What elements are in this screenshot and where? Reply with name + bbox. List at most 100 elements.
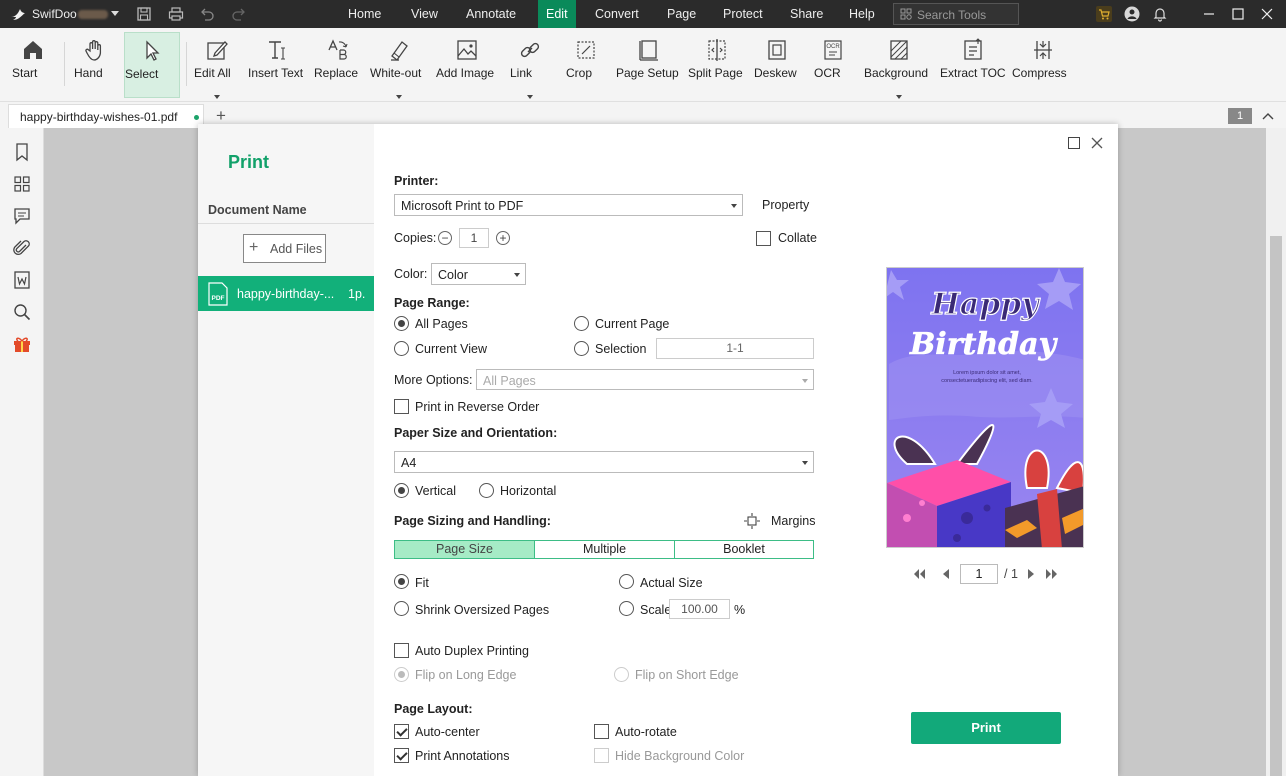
fit-radio[interactable] xyxy=(394,574,409,589)
hand-tool-button[interactable]: Hand xyxy=(74,32,116,98)
notification-bell-icon[interactable] xyxy=(1152,6,1168,22)
scale-radio[interactable] xyxy=(619,601,634,616)
add-image-tool-button[interactable]: Add Image xyxy=(436,32,498,98)
ocr-tool-button[interactable]: OCR OCR xyxy=(814,32,852,98)
vertical-scrollbar[interactable] xyxy=(1266,128,1286,776)
compress-label: Compress xyxy=(1012,66,1067,80)
print-button[interactable]: Print xyxy=(911,712,1061,744)
scrollbar-thumb[interactable] xyxy=(1270,236,1282,776)
reverse-order-checkbox[interactable] xyxy=(394,399,409,414)
preview-page-input[interactable]: 1 xyxy=(960,564,998,584)
page-sizing-label: Page Sizing and Handling: xyxy=(394,514,551,528)
white-out-tool-button[interactable]: White-out xyxy=(370,32,428,99)
property-link[interactable]: Property xyxy=(762,198,809,212)
close-window-icon[interactable] xyxy=(1259,6,1275,22)
edit-all-tool-button[interactable]: Edit All xyxy=(194,32,240,99)
start-tool-button[interactable]: Start xyxy=(12,32,54,98)
auto-duplex-checkbox[interactable] xyxy=(394,643,409,658)
collate-checkbox[interactable] xyxy=(756,231,771,246)
search-tools-input[interactable]: Search Tools xyxy=(893,3,1019,25)
replace-tool-button[interactable]: Replace xyxy=(314,32,362,98)
menu-home[interactable]: Home xyxy=(340,0,389,28)
flip-long-edge-radio[interactable] xyxy=(394,667,409,682)
document-tab[interactable]: happy-birthday-wishes-01.pdf xyxy=(8,104,204,128)
menu-view[interactable]: View xyxy=(403,0,446,28)
file-list-item-name: happy-birthday-... xyxy=(237,287,335,301)
margins-link[interactable]: Margins xyxy=(771,514,815,528)
copies-decrease-minus-icon[interactable]: − xyxy=(438,231,452,245)
gift-icon[interactable] xyxy=(12,334,32,354)
extract-toc-icon xyxy=(964,38,982,60)
paper-size-select[interactable]: A4 xyxy=(394,451,814,473)
menu-help[interactable]: Help xyxy=(841,0,883,28)
all-pages-radio[interactable] xyxy=(394,316,409,331)
redo-icon[interactable] xyxy=(231,6,247,22)
deskew-tool-button[interactable]: Deskew xyxy=(754,32,800,98)
selection-range-input[interactable]: 1-1 xyxy=(656,338,814,359)
thumbnails-icon[interactable] xyxy=(12,174,32,194)
search-icon[interactable] xyxy=(12,302,32,322)
select-tool-button[interactable]: Select xyxy=(124,32,180,98)
save-icon[interactable] xyxy=(136,6,152,22)
auto-rotate-checkbox[interactable] xyxy=(594,724,609,739)
undo-icon[interactable] xyxy=(199,6,215,22)
link-tool-button[interactable]: Link xyxy=(510,32,550,99)
current-view-radio[interactable] xyxy=(394,341,409,356)
menu-convert[interactable]: Convert xyxy=(587,0,647,28)
actual-size-radio[interactable] xyxy=(619,574,634,589)
split-page-tool-button[interactable]: Split Page xyxy=(688,32,746,98)
extract-toc-tool-button[interactable]: Extract TOC xyxy=(940,32,1006,98)
file-list-item[interactable]: PDF happy-birthday-... 1p. xyxy=(198,276,374,311)
print-annotations-checkbox[interactable] xyxy=(394,748,409,763)
collapse-chevron-up-icon[interactable] xyxy=(1262,111,1274,121)
first-page-icon[interactable] xyxy=(912,567,926,581)
page-setup-tool-button[interactable]: Page Setup xyxy=(616,32,682,98)
menu-edit[interactable]: Edit xyxy=(538,0,576,28)
previous-page-icon[interactable] xyxy=(939,567,953,581)
app-menu-dropdown-icon[interactable] xyxy=(111,11,119,16)
copies-input[interactable]: 1 xyxy=(459,228,489,248)
more-options-select[interactable]: All Pages xyxy=(476,369,814,390)
current-page-label: Current Page xyxy=(595,317,670,331)
crop-tool-button[interactable]: Crop xyxy=(566,32,606,98)
menu-annotate[interactable]: Annotate xyxy=(458,0,524,28)
insert-text-tool-button[interactable]: Insert Text xyxy=(248,32,308,98)
menu-share[interactable]: Share xyxy=(782,0,831,28)
add-tab-button[interactable]: + xyxy=(216,106,226,126)
bookmark-icon[interactable] xyxy=(12,142,32,162)
auto-center-checkbox[interactable] xyxy=(394,724,409,739)
vertical-radio[interactable] xyxy=(394,483,409,498)
margins-icon[interactable] xyxy=(744,513,760,529)
next-page-icon[interactable] xyxy=(1024,567,1038,581)
flip-short-edge-radio[interactable] xyxy=(614,667,629,682)
add-files-button[interactable]: + Add Files xyxy=(243,234,326,263)
dialog-close-icon[interactable] xyxy=(1091,137,1103,149)
maximize-icon[interactable] xyxy=(1230,6,1246,22)
multiple-tab[interactable]: Multiple xyxy=(534,540,675,559)
edit-all-label: Edit All xyxy=(194,66,231,80)
comments-icon[interactable] xyxy=(12,206,32,226)
copies-increase-plus-icon[interactable]: + xyxy=(496,231,510,245)
current-page-radio[interactable] xyxy=(574,316,589,331)
last-page-icon[interactable] xyxy=(1045,567,1059,581)
account-icon[interactable] xyxy=(1124,6,1140,22)
cart-icon[interactable] xyxy=(1096,6,1112,22)
dialog-maximize-icon[interactable] xyxy=(1068,137,1080,149)
scale-input[interactable]: 100.00 xyxy=(669,599,730,619)
menu-protect[interactable]: Protect xyxy=(715,0,771,28)
horizontal-radio[interactable] xyxy=(479,483,494,498)
print-icon[interactable] xyxy=(168,6,184,22)
color-select[interactable]: Color xyxy=(431,263,526,285)
attachment-icon[interactable] xyxy=(12,238,32,258)
shrink-oversized-radio[interactable] xyxy=(394,601,409,616)
menu-page[interactable]: Page xyxy=(659,0,704,28)
minimize-icon[interactable] xyxy=(1201,6,1217,22)
booklet-tab[interactable]: Booklet xyxy=(674,540,814,559)
compress-tool-button[interactable]: Compress xyxy=(1012,32,1074,98)
background-tool-button[interactable]: Background xyxy=(864,32,934,99)
page-size-tab[interactable]: Page Size xyxy=(394,540,535,559)
hide-background-color-checkbox[interactable] xyxy=(594,748,609,763)
printer-select[interactable]: Microsoft Print to PDF xyxy=(394,194,743,216)
selection-radio[interactable] xyxy=(574,341,589,356)
word-count-icon[interactable] xyxy=(12,270,32,290)
